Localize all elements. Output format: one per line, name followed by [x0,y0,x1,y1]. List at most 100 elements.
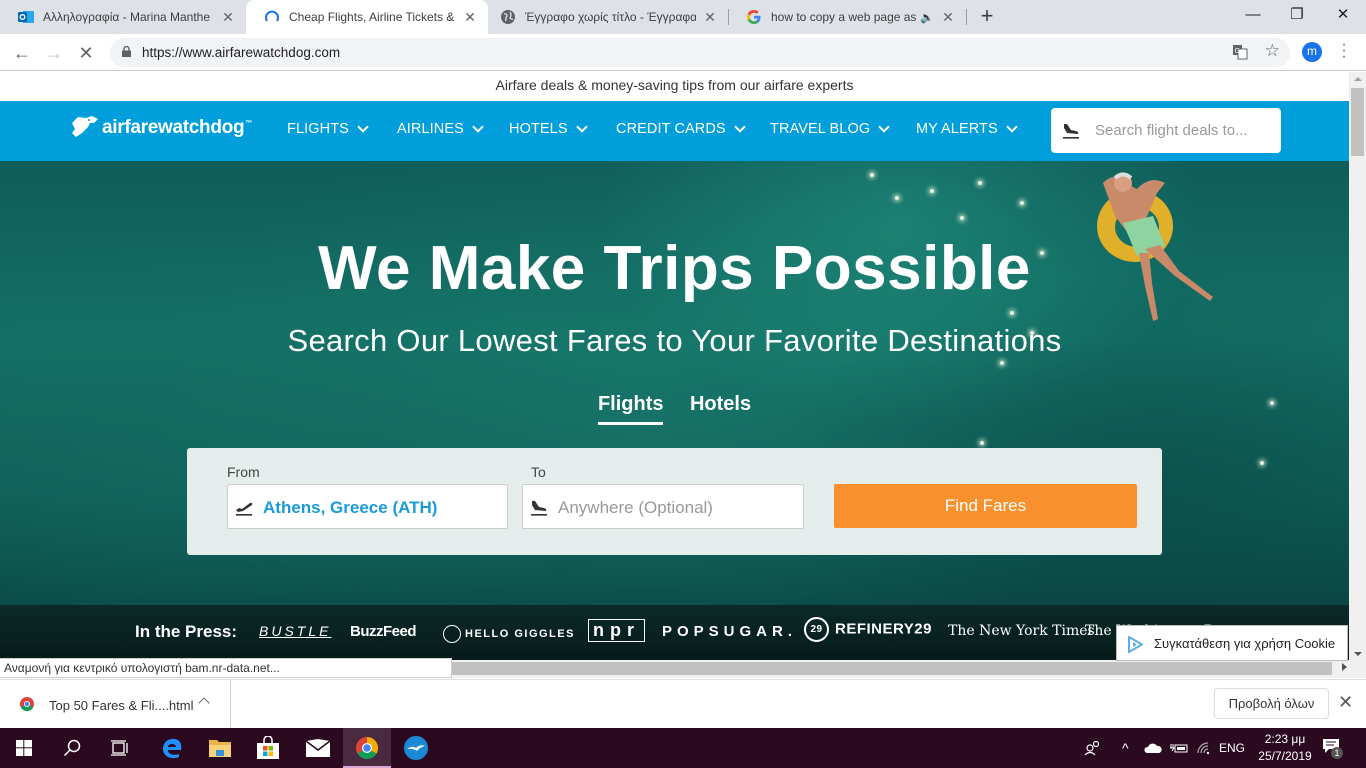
browser-menu-icon[interactable]: · · · [1338,37,1350,65]
water-sparkle [1020,201,1024,205]
from-value: Athens, Greece (ATH) [263,498,438,517]
bookmark-star-icon[interactable]: ☆ [1265,41,1280,61]
browser-tab-mail[interactable]: Αλληλογραφία - Marina Manthe ✕ [0,0,246,34]
hellogiggles-icon [443,625,461,643]
lock-icon [122,46,131,57]
tab-close-icon[interactable]: ✕ [702,9,718,25]
translate-icon[interactable]: G [1232,44,1248,60]
chrome-icon [356,737,378,759]
search-mode-tabs: Flights Hotels [0,393,1349,425]
flight-deal-search-input[interactable] [1095,118,1273,142]
forward-button[interactable]: → [40,39,68,67]
task-view-button[interactable] [96,728,144,768]
flight-deal-search [1051,108,1281,153]
close-shelf-icon[interactable]: ✕ [1338,692,1353,713]
press-logo-bustle: BUSTLE [259,623,332,639]
plane-landing-icon [1063,124,1079,139]
nav-hotels[interactable]: HOTELS [509,120,588,137]
thunderbird-icon [404,736,428,760]
cookie-consent-button[interactable]: Συγκατάθεση για χρήση Cookie [1116,625,1348,661]
press-label: In the Press: [135,622,238,641]
hero-subtitle: Search Our Lowest Fares to Your Favorite… [287,323,1062,358]
water-sparkle [1010,311,1014,315]
browser-tab-strip: Αλληλογραφία - Marina Manthe ✕ Cheap Fli… [0,0,1366,34]
windows-logo-icon [16,740,32,756]
url-text[interactable]: https://www.airfarewatchdog.com [142,45,340,60]
logo-text: airfarewatchdog [102,117,245,138]
to-label: To [531,464,546,480]
nav-airlines[interactable]: AIRLINES [397,120,484,137]
chevron-up-icon[interactable] [198,697,210,709]
stop-loading-button[interactable]: ✕ [72,39,100,67]
tab-separator [966,9,967,25]
chrome-app[interactable] [343,728,391,768]
nav-my-alerts[interactable]: MY ALERTS [916,120,1018,137]
nav-label: TRAVEL BLOG [770,121,871,137]
cookie-consent-text: Συγκατάθεση για χρήση Cookie [1154,636,1336,651]
plane-takeoff-icon [236,502,253,516]
action-center-button[interactable]: 1 [1322,738,1343,759]
download-shelf: Top 50 Fares & Fli....html Προβολή όλων … [0,679,1366,729]
start-button[interactable] [0,728,48,768]
file-explorer-app[interactable] [196,728,244,768]
press-logo-buzzfeed: BuzzFeed [350,623,417,640]
nav-credit-cards[interactable]: CREDIT CARDS [616,120,746,137]
water-sparkle [1000,361,1004,365]
show-hidden-icons-button[interactable]: ^ [1122,728,1129,768]
download-item[interactable]: Top 50 Fares & Fli....html [0,680,231,729]
google-icon [746,9,762,25]
scroll-up-arrow[interactable] [1354,77,1362,81]
wifi-icon[interactable] [1196,728,1212,768]
nav-label: CREDIT CARDS [616,121,726,137]
address-bar[interactable]: https://www.airfarewatchdog.com G ☆ [110,38,1290,67]
find-fares-button[interactable]: Find Fares [834,484,1137,528]
show-all-downloads-button[interactable]: Προβολή όλων [1214,688,1329,719]
input-language[interactable]: ENG [1219,728,1245,768]
chevron-down-icon [878,120,890,133]
vertical-scrollbar[interactable] [1349,72,1366,678]
nav-travel-blog[interactable]: TRAVEL BLOG [770,120,890,137]
press-logo-refinery29: 29 REFINERY29 [804,617,932,642]
store-icon [257,736,279,759]
close-window-button[interactable]: ✕ [1320,0,1366,30]
chevron-down-icon [357,120,369,133]
onedrive-icon[interactable] [1144,728,1162,768]
browser-tab-airfarewatchdog[interactable]: Cheap Flights, Airline Tickets & D ✕ [246,0,488,34]
press-logo-text: REFINERY29 [835,620,932,638]
site-logo[interactable]: airfarewatchdog ™ [68,115,252,139]
search-button[interactable] [48,728,96,768]
tab-flights[interactable]: Flights [597,393,663,425]
search-icon [63,739,81,757]
tab-close-icon[interactable]: ✕ [940,9,956,25]
nav-flights[interactable]: FLIGHTS [287,120,369,137]
restore-button[interactable]: ❐ [1274,0,1320,30]
battery-icon[interactable] [1170,728,1188,768]
tab-close-icon[interactable]: ✕ [220,9,236,25]
tab-hotels[interactable]: Hotels [690,393,751,422]
browser-tab-docs[interactable]: Έγγραφο χωρίς τίτλο - Έγγραφα ✕ [482,0,728,34]
edge-app[interactable] [148,728,196,768]
new-tab-button[interactable]: + [976,5,998,28]
mail-app[interactable] [294,728,342,768]
scroll-thumb[interactable] [1351,88,1364,156]
globe-icon [500,9,516,25]
from-field[interactable]: Athens, Greece (ATH) [227,484,508,529]
system-clock[interactable]: 2:23 μμ 25/7/2019 [1255,731,1315,765]
scroll-right-arrow[interactable] [1342,663,1347,671]
back-button[interactable]: ← [8,39,36,67]
profile-avatar[interactable]: m [1302,42,1322,62]
speaker-icon[interactable]: 🔈 [920,11,934,24]
browser-tab-google[interactable]: how to copy a web page as a 🔈 ✕ [728,0,966,34]
status-bubble: Αναμονή για κεντρικό υπολογιστή bam.nr-d… [0,658,452,678]
water-sparkle [980,441,984,445]
tab-close-icon[interactable]: ✕ [462,9,478,25]
trademark: ™ [245,120,252,127]
task-view-icon [111,740,128,756]
thunderbird-app[interactable] [392,728,440,768]
to-field[interactable]: Anywhere (Optional) [522,484,804,529]
minimize-button[interactable]: — [1230,0,1276,30]
people-icon[interactable] [1084,728,1102,768]
store-app[interactable] [244,728,292,768]
scroll-thumb[interactable] [452,662,1332,675]
scroll-down-arrow[interactable] [1354,652,1362,656]
